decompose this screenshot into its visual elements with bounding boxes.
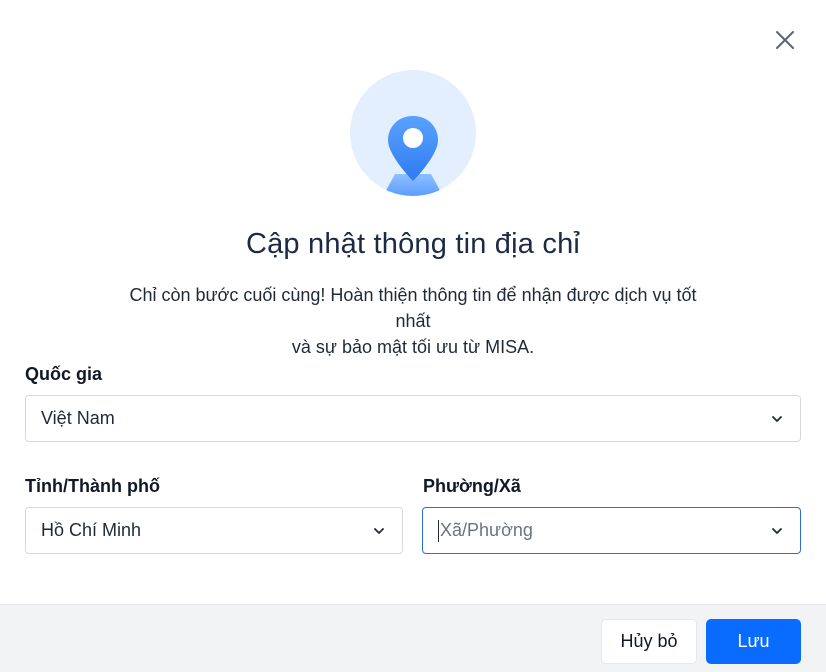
country-value: Việt Nam [41,408,115,428]
country-label: Quốc gia [25,364,103,384]
province-label: Tỉnh/Thành phố [25,476,160,496]
dialog-title: Cập nhật thông tin địa chỉ [245,228,581,260]
province-value: Hồ Chí Minh [41,520,142,540]
location-illustration [350,70,476,196]
subtitle-line-1: Chỉ còn bước cuối cùng! Hoàn thiện thông… [129,285,697,331]
close-icon [776,31,794,49]
province-select[interactable]: Hồ Chí Minh [25,507,403,554]
subtitle-line-2: và sự bảo mật tối ưu từ MISA. [291,337,535,357]
ward-select[interactable]: Xã/Phường [422,507,801,554]
chevron-down-icon [772,415,782,422]
ward-placeholder: Xã/Phường [440,520,533,540]
dialog-subtitle: Chỉ còn bước cuối cùng! Hoàn thiện thông… [110,282,716,360]
map-pin-icon [383,116,443,196]
country-select[interactable]: Việt Nam [25,395,801,442]
chevron-down-icon [374,527,384,534]
chevron-down-icon [772,527,782,534]
text-caret [438,519,439,542]
save-button[interactable]: Lưu [706,619,801,664]
ward-label: Phường/Xã [423,476,521,496]
cancel-button[interactable]: Hủy bỏ [601,619,697,664]
close-button[interactable] [772,27,798,53]
dialog-footer [0,604,826,672]
